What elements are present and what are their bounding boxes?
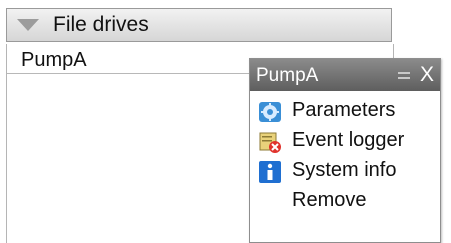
collapse-arrow-icon[interactable] [17, 19, 39, 31]
gear-icon [259, 102, 281, 122]
context-menu-title: PumpA [256, 65, 319, 86]
menu-item-remove[interactable]: Remove [250, 185, 440, 215]
menu-item-label: Remove [292, 189, 367, 211]
menu-item-system-info[interactable]: System info [250, 155, 440, 185]
menu-item-label: Event logger [292, 129, 405, 151]
close-icon[interactable]: X [420, 63, 434, 87]
menu-item-label: Parameters [292, 99, 396, 121]
menu-item-label: System info [292, 159, 397, 181]
file-drives-header[interactable]: File drives [6, 8, 392, 42]
info-icon [259, 161, 281, 183]
context-menu-titlebar: PumpA X [250, 59, 440, 91]
menu-item-event-logger[interactable]: Event logger [250, 125, 440, 155]
event-logger-icon [259, 132, 281, 153]
minimize-icon[interactable] [398, 68, 410, 81]
drive-context-menu: PumpA X Parameters Event logger System i… [249, 58, 441, 243]
file-drives-title: File drives [53, 13, 149, 36]
menu-item-parameters[interactable]: Parameters [250, 95, 440, 125]
drive-name: PumpA [21, 49, 87, 71]
